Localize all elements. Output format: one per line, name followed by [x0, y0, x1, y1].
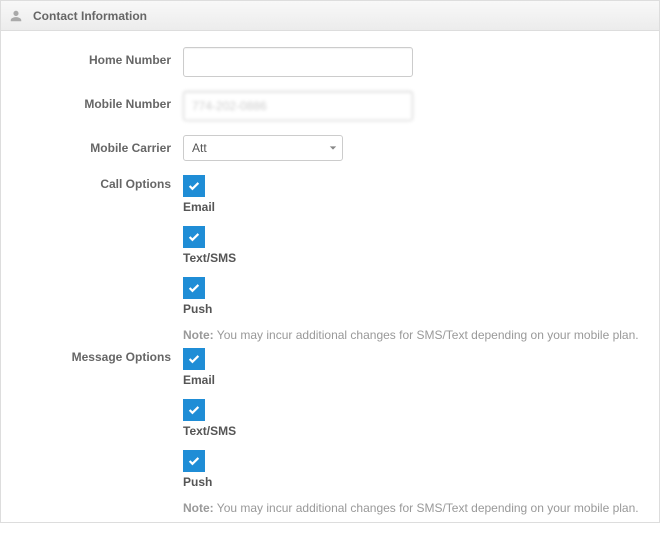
mobile-carrier-select[interactable]: Att: [183, 135, 343, 161]
check-icon: [187, 281, 201, 295]
note-text: You may incur additional changes for SMS…: [214, 328, 639, 342]
row-mobile-carrier: Mobile Carrier Att: [11, 135, 649, 161]
row-call-options: Call Options Email Text/SMS Push: [11, 175, 649, 342]
panel-title: Contact Information: [33, 9, 147, 23]
call-options-label: Call Options: [11, 175, 183, 191]
msg-text-label: Text/SMS: [183, 424, 649, 438]
row-home-number: Home Number: [11, 47, 649, 77]
check-icon: [187, 403, 201, 417]
check-icon: [187, 352, 201, 366]
mobile-carrier-label: Mobile Carrier: [11, 135, 183, 155]
msg-push-label: Push: [183, 475, 649, 489]
note-text: You may incur additional changes for SMS…: [214, 501, 639, 515]
call-text-label: Text/SMS: [183, 251, 649, 265]
note-label: Note:: [183, 328, 214, 342]
call-push-checkbox[interactable]: [183, 277, 205, 299]
note-label: Note:: [183, 501, 214, 515]
call-email-checkbox[interactable]: [183, 175, 205, 197]
message-options-label: Message Options: [11, 348, 183, 364]
call-email-label: Email: [183, 200, 649, 214]
check-icon: [187, 230, 201, 244]
call-push-label: Push: [183, 302, 649, 316]
home-number-input[interactable]: [183, 47, 413, 77]
msg-email-checkbox[interactable]: [183, 348, 205, 370]
msg-text-checkbox[interactable]: [183, 399, 205, 421]
mobile-number-label: Mobile Number: [11, 91, 183, 111]
check-icon: [187, 179, 201, 193]
message-options-note: Note: You may incur additional changes f…: [183, 501, 649, 515]
user-icon: [9, 9, 23, 23]
msg-push-checkbox[interactable]: [183, 450, 205, 472]
call-text-checkbox[interactable]: [183, 226, 205, 248]
mobile-number-input[interactable]: [183, 91, 413, 121]
msg-email-label: Email: [183, 373, 649, 387]
check-icon: [187, 454, 201, 468]
call-options-note: Note: You may incur additional changes f…: [183, 328, 649, 342]
row-mobile-number: Mobile Number: [11, 91, 649, 121]
home-number-label: Home Number: [11, 47, 183, 67]
row-message-options: Message Options Email Text/SMS Push: [11, 348, 649, 515]
panel-header: Contact Information: [1, 1, 659, 31]
form-body: Home Number Mobile Number Mobile Carrier…: [1, 31, 659, 539]
